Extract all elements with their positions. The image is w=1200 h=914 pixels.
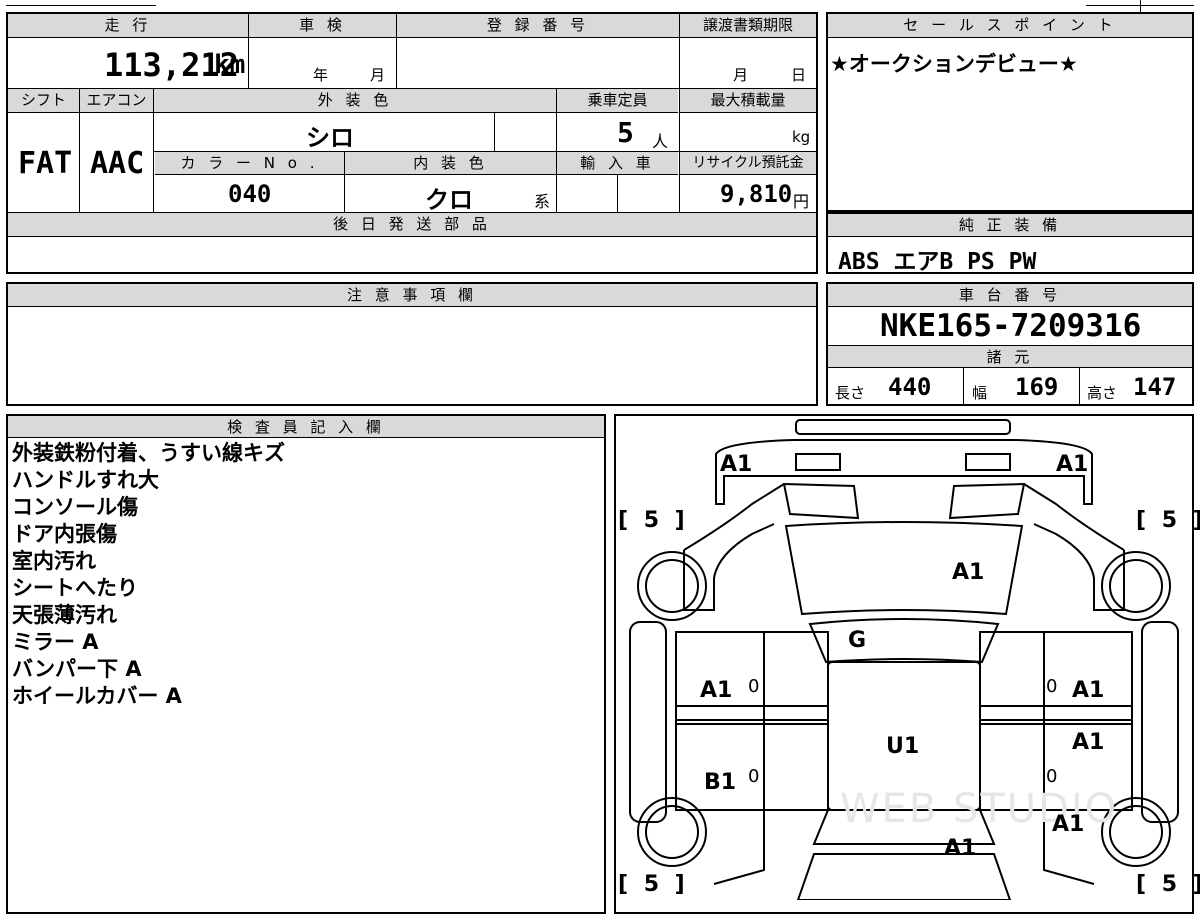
color-no-value: 040: [228, 180, 272, 208]
inspector-header: 検 査 員 記 入 欄: [8, 416, 604, 438]
tire-front-left: [ 5 ]: [618, 508, 689, 533]
sales-point-box: [826, 12, 1194, 212]
recycle-unit: 円: [793, 192, 810, 211]
damage-front-right: A1: [1056, 452, 1089, 477]
chassis-number: NKE165-7209316: [880, 308, 1142, 344]
inspection-month: 月: [370, 66, 386, 84]
inspection-year: 年: [313, 66, 329, 84]
recycle-value: 9,810: [720, 180, 793, 208]
inspector-note-line: ハンドルすれ大: [12, 468, 159, 492]
inspector-note-line: 天張薄汚れ: [12, 603, 117, 627]
damage-rear: A1: [944, 836, 977, 861]
damage-right-rear-fender: A1: [1052, 812, 1085, 837]
transfer-month: 月: [733, 66, 749, 84]
ac-header: エアコン: [80, 89, 153, 113]
inspector-note-line: ホイールカバー A: [12, 684, 182, 708]
door-zero: 0: [1046, 766, 1058, 787]
interior-color-value: クロ: [425, 186, 473, 214]
inspector-notes: 外装鉄粉付着、うすい線キズ ハンドルすれ大 コンソール傷 ドア内張傷 室内汚れ …: [8, 440, 598, 710]
exterior-color-value: シロ: [306, 124, 354, 152]
ac-value: AAC: [90, 146, 145, 181]
inspection-header: 車 検: [249, 14, 396, 38]
damage-roof: U1: [886, 734, 920, 759]
damage-right-front-door: A1: [1072, 678, 1105, 703]
tire-rear-left: [ 5 ]: [618, 872, 689, 897]
notes-header: 注 意 事 項 欄: [8, 284, 816, 307]
inspector-note-line: 外装鉄粉付着、うすい線キズ: [12, 441, 285, 465]
door-zero: 0: [1046, 676, 1058, 697]
sales-point-text: ★オークションデビュー★: [830, 52, 1078, 76]
max-load-unit: kg: [792, 128, 811, 146]
exterior-color-header: 外 装 色: [154, 89, 556, 113]
shift-value: FAT: [18, 146, 73, 181]
inspector-note-line: ミラー A: [12, 630, 99, 654]
capacity-unit: 人: [652, 132, 669, 151]
length-value: 440: [888, 373, 932, 401]
width-value: 169: [1015, 373, 1059, 401]
damage-hood: A1: [952, 560, 985, 585]
recycle-header: リサイクル預託金: [680, 152, 816, 175]
door-zero: 0: [748, 766, 760, 787]
import-header: 輸 入 車: [557, 152, 678, 175]
registration-header: 登 録 番 号: [397, 14, 679, 38]
tire-front-right: [ 5 ]: [1136, 508, 1200, 533]
height-value: 147: [1133, 373, 1177, 401]
max-load-header: 最大積載量: [680, 89, 816, 113]
interior-color-suffix: 系: [534, 192, 551, 211]
transfer-day: 日: [791, 66, 807, 84]
inspector-note-line: ドア内張傷: [12, 522, 117, 546]
damage-left-front-door: A1: [700, 678, 733, 703]
later-parts-header: 後 日 発 送 部 品: [8, 213, 816, 237]
damage-right-rear-door: A1: [1072, 730, 1105, 755]
mileage-header: 走 行: [8, 14, 248, 38]
capacity-header: 乗車定員: [557, 89, 678, 113]
mileage-unit: km: [214, 50, 246, 80]
door-zero: 0: [748, 676, 760, 697]
sales-point-header: セ ー ル ス ポ イ ン ト: [828, 14, 1192, 38]
color-no-header: カ ラ ー N o .: [155, 152, 344, 175]
inspector-note-line: シートへたり: [12, 576, 138, 600]
damage-left-rear-door: B1: [704, 770, 737, 795]
specs-header: 諸 元: [828, 345, 1192, 368]
damage-windshield: G: [848, 628, 867, 653]
capacity-value: 5: [617, 116, 634, 149]
equipment-header: 純 正 装 備: [828, 214, 1192, 237]
equipment-text: ABS エアB PS PW: [838, 249, 1037, 275]
chassis-header: 車 台 番 号: [828, 284, 1192, 307]
inspector-note-line: コンソール傷: [12, 495, 138, 519]
width-label: 幅: [972, 384, 988, 402]
length-label: 長さ: [835, 384, 866, 402]
transfer-deadline-header: 譲渡書類期限: [680, 14, 816, 38]
cut-row: [6, 5, 156, 6]
inspector-note-line: バンパー下 A: [12, 657, 142, 681]
height-label: 高さ: [1087, 384, 1118, 402]
inspector-note-line: 室内汚れ: [12, 549, 96, 573]
shift-header: シフト: [8, 89, 79, 113]
tire-rear-right: [ 5 ]: [1136, 872, 1200, 897]
damage-front-left: A1: [720, 452, 753, 477]
interior-color-header: 内 装 色: [345, 152, 556, 175]
